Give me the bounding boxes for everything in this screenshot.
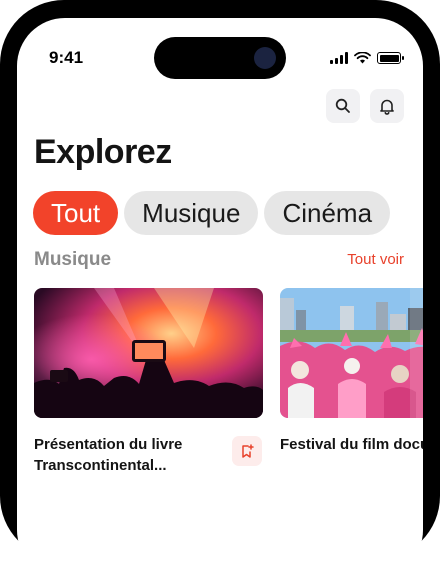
status-icons xyxy=(330,52,404,64)
concert-crowd-photo xyxy=(34,288,263,418)
screen: 9:41 Explorez Tout Musique Cinéma Musiqu… xyxy=(17,18,423,578)
event-card-title[interactable]: Festival du film documentaire de la... xyxy=(280,434,423,455)
tab-tout[interactable]: Tout xyxy=(33,191,119,235)
battery-icon xyxy=(377,52,404,64)
camera-icon xyxy=(254,47,276,69)
event-card-image-festival[interactable] xyxy=(280,288,423,418)
bookmark-add-icon xyxy=(242,443,254,458)
search-button[interactable] xyxy=(326,89,360,123)
festival-crowd-photo xyxy=(280,288,423,418)
status-time: 9:41 xyxy=(49,48,84,67)
tab-musique[interactable]: Musique xyxy=(124,191,259,235)
status-bar: 9:41 xyxy=(17,18,423,88)
see-all-link[interactable]: Tout voir xyxy=(347,251,404,268)
dynamic-island xyxy=(154,37,286,79)
bell-icon xyxy=(380,99,394,115)
tab-cinema[interactable]: Cinéma xyxy=(264,191,391,235)
signal-icon xyxy=(330,52,348,64)
page-title: Explorez xyxy=(34,133,172,171)
notifications-button[interactable] xyxy=(370,89,404,123)
bookmark-button[interactable] xyxy=(232,436,262,466)
event-card-title[interactable]: Présentation du livre Transcontinental..… xyxy=(34,434,224,476)
section-title: Musique xyxy=(34,249,112,270)
event-card-image-concert[interactable] xyxy=(34,288,263,418)
wifi-icon xyxy=(354,52,371,64)
category-tabs: Tout Musique Cinéma xyxy=(33,191,391,235)
search-icon xyxy=(335,98,350,113)
